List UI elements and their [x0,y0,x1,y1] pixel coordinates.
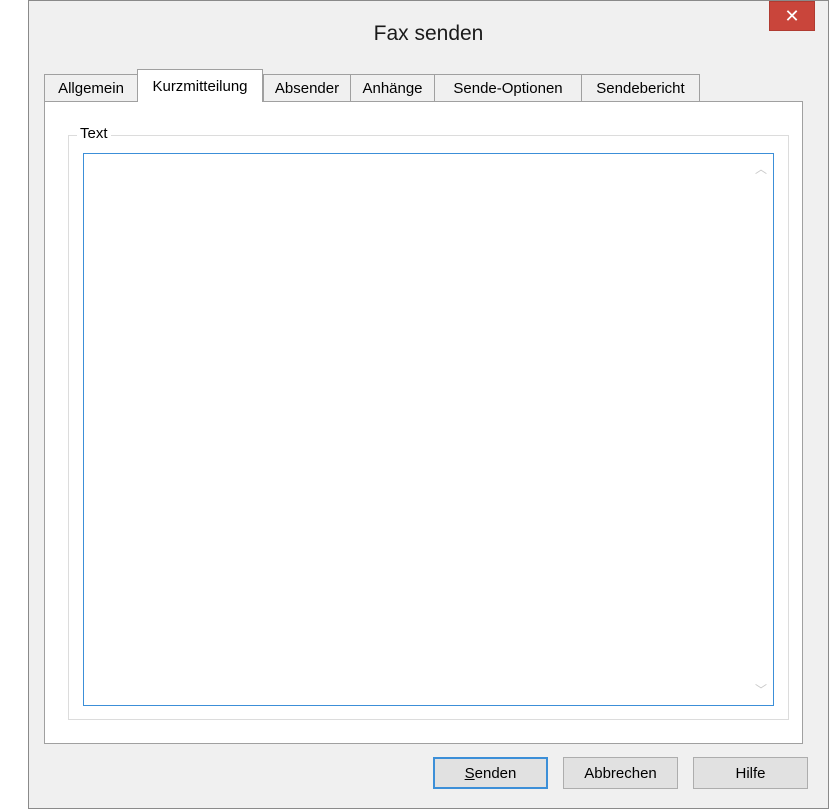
chevron-up-icon[interactable]: ︿ [755,163,767,175]
window-title: Fax senden [373,22,484,45]
tab-absender[interactable]: Absender [263,74,351,101]
fax-dialog: Fax senden ✕ Allgemein Kurzmitteilung Ab… [28,0,829,809]
help-button[interactable]: Hilfe [693,757,808,789]
message-textarea[interactable] [83,153,774,706]
text-group-label: Text [77,125,111,142]
text-groupbox: Text ︿ ﹀ [68,125,789,720]
send-button-label: Senden [464,764,517,782]
tab-sendebericht[interactable]: Sendebericht [581,74,700,101]
textarea-scrollbar[interactable]: ︿ ﹀ [748,153,774,706]
chevron-down-icon[interactable]: ﹀ [755,684,767,696]
cancel-button[interactable]: Abbrechen [563,757,678,789]
close-icon: ✕ [784,5,800,26]
tab-kurzmitteilung[interactable]: Kurzmitteilung [137,69,263,102]
tab-allgemein[interactable]: Allgemein [44,74,138,101]
title-bar: Fax senden ✕ [29,1,828,65]
tab-panel-kurzmitteilung: Text ︿ ﹀ [44,101,803,744]
close-button[interactable]: ✕ [769,1,815,31]
send-button[interactable]: Senden [433,757,548,789]
tab-sende-optionen[interactable]: Sende-Optionen [434,74,582,101]
tab-anhaenge[interactable]: Anhänge [350,74,435,101]
